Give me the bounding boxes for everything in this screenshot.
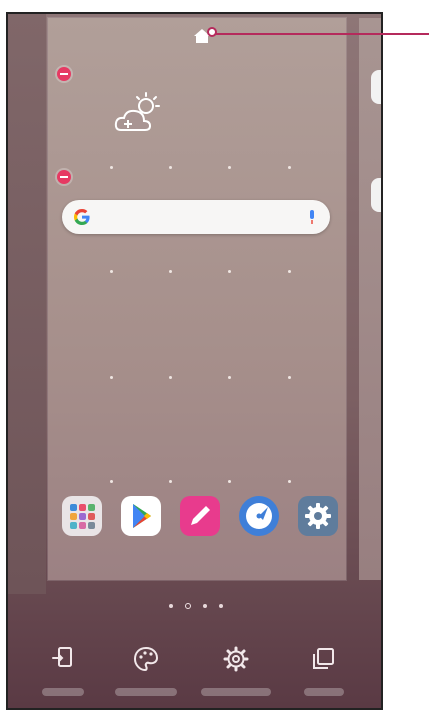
remove-widget-icon[interactable]: [57, 67, 71, 81]
grid-dot: [228, 480, 231, 483]
folder-apps-icon[interactable]: [62, 496, 102, 536]
next-page-preview[interactable]: [359, 18, 381, 580]
compass-app-icon[interactable]: [239, 496, 279, 536]
palette-icon: [133, 646, 159, 672]
move-icon: [52, 647, 72, 667]
grid-dot: [288, 166, 291, 169]
grid-dot: [169, 376, 172, 379]
app-icon: [371, 178, 381, 212]
label-placeholder: [304, 688, 344, 696]
page-dot[interactable]: [169, 604, 173, 608]
previous-page-preview[interactable]: [8, 14, 46, 594]
grid-dot: [228, 166, 231, 169]
google-g-icon: [74, 209, 90, 225]
grid-dot: [110, 270, 113, 273]
label-placeholder: [201, 688, 271, 696]
settings-app-icon[interactable]: [298, 496, 338, 536]
page-dot[interactable]: [203, 604, 207, 608]
grid-dot: [169, 480, 172, 483]
label-placeholder: [42, 688, 84, 696]
settings-button[interactable]: [201, 646, 271, 708]
page-dot[interactable]: [219, 604, 223, 608]
copy-pages-button[interactable]: [298, 646, 348, 708]
grid-dot: [110, 166, 113, 169]
grid-dot: [228, 270, 231, 273]
grid-dot: [288, 480, 291, 483]
page-dot-current[interactable]: [185, 603, 191, 609]
gear-icon: [223, 646, 249, 672]
label-placeholder: [115, 688, 177, 696]
grid-dot: [110, 480, 113, 483]
home-screen-edit-view: [6, 12, 383, 710]
pen-app-icon[interactable]: [180, 496, 220, 536]
grid-dot: [169, 166, 172, 169]
page-indicator[interactable]: [8, 603, 381, 614]
grid-dot: [228, 376, 231, 379]
search-widget[interactable]: [62, 200, 330, 234]
play-store-icon[interactable]: [121, 496, 161, 536]
grid-dot: [110, 376, 113, 379]
theme-button[interactable]: [115, 646, 177, 708]
callout-line: [213, 33, 429, 35]
move-button[interactable]: [38, 646, 88, 708]
app-icon: [371, 70, 381, 104]
grid-dot: [288, 376, 291, 379]
remove-widget-icon[interactable]: [57, 170, 71, 184]
grid-dot: [169, 270, 172, 273]
grid-dot: [288, 270, 291, 273]
weather-add-icon[interactable]: [113, 92, 161, 136]
home-page-panel[interactable]: [48, 18, 346, 580]
mic-icon[interactable]: [308, 210, 316, 224]
callout-marker: [207, 27, 217, 37]
copy-pages-icon: [313, 648, 334, 669]
